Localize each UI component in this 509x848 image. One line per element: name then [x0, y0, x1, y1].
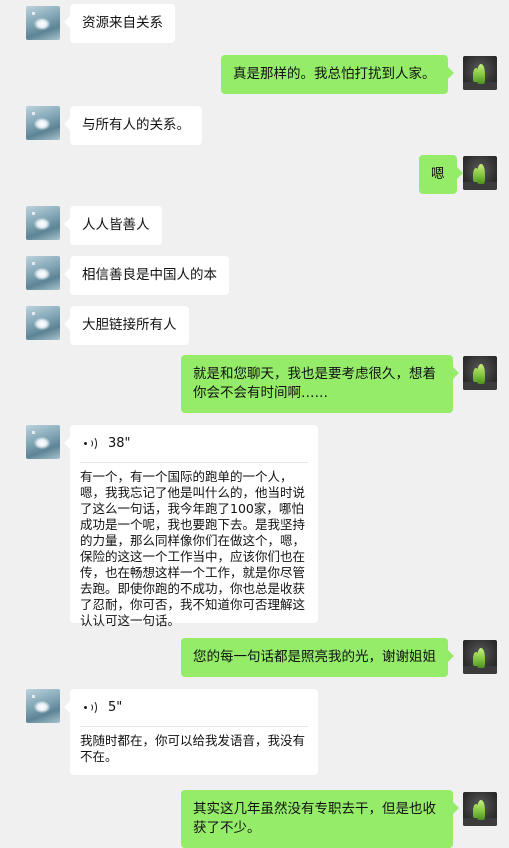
message-bubble-incoming[interactable]: 大胆链接所有人: [64, 306, 189, 345]
message-bubble-incoming[interactable]: 与所有人的关系。: [64, 106, 202, 145]
message-bubble-outgoing[interactable]: 真是那样的。我总怕打扰到人家。: [221, 55, 453, 94]
voice-player[interactable]: 38": [80, 425, 308, 463]
voice-message[interactable]: 38" 有一个，有一个国际的跑单的一个人，嗯，我我忘记了他是叫什么的，他当时说了…: [64, 425, 318, 628]
message-bubble-incoming[interactable]: 相信善良是中国人的本: [64, 256, 229, 295]
contact-avatar[interactable]: [26, 206, 60, 240]
self-avatar[interactable]: [463, 640, 497, 674]
self-avatar[interactable]: [463, 792, 497, 826]
self-avatar[interactable]: [463, 56, 497, 90]
voice-wave-icon: [84, 435, 98, 451]
voice-duration: 38": [108, 436, 131, 451]
voice-wave-icon: [84, 699, 98, 715]
message-bubble-incoming[interactable]: 人人皆善人: [64, 206, 162, 245]
voice-transcript: 我随时都在，你可以给我发语音，我没有不在。: [80, 733, 306, 764]
contact-avatar[interactable]: [26, 106, 60, 140]
contact-avatar[interactable]: [26, 306, 60, 340]
message-bubble-outgoing[interactable]: 就是和您聊天，我也是要考虑很久，想着你会不会有时间啊……: [181, 355, 459, 413]
contact-avatar[interactable]: [26, 6, 60, 40]
voice-duration: 5": [108, 700, 123, 715]
self-avatar[interactable]: [463, 356, 497, 390]
contact-avatar[interactable]: [26, 689, 60, 723]
voice-transcript: 有一个，有一个国际的跑单的一个人，嗯，我我忘记了他是叫什么的，他当时说了这么一句…: [80, 469, 306, 628]
contact-avatar[interactable]: [26, 256, 60, 290]
message-bubble-incoming[interactable]: 资源来自关系: [64, 4, 175, 43]
voice-player[interactable]: 5": [80, 689, 308, 727]
contact-avatar[interactable]: [26, 425, 60, 459]
chat-area: 资源来自关系 真是那样的。我总怕打扰到人家。 与所有人的关系。 嗯 人人皆善人 …: [0, 0, 509, 848]
message-bubble-outgoing[interactable]: 嗯: [419, 155, 462, 194]
message-bubble-outgoing[interactable]: 您的每一句话都是照亮我的光，谢谢姐姐: [181, 638, 454, 677]
message-bubble-outgoing[interactable]: 其实这几年虽然没有专职去干，但是也收获了不少。: [181, 790, 459, 848]
self-avatar[interactable]: [463, 156, 497, 190]
voice-message[interactable]: 5" 我随时都在，你可以给我发语音，我没有不在。: [64, 689, 318, 775]
